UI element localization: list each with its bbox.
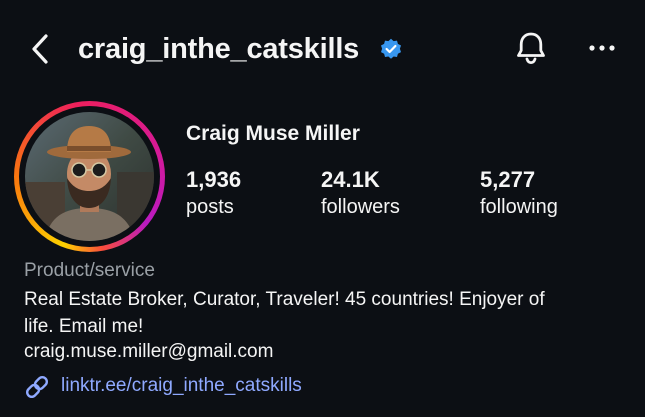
more-horizontal-icon [589, 45, 615, 51]
bell-icon [517, 32, 545, 65]
link-icon [25, 375, 49, 399]
profile-category: Product/service [24, 260, 155, 281]
back-button[interactable] [28, 32, 54, 66]
avatar [25, 112, 154, 241]
posts-count: 1,936 [186, 167, 242, 192]
more-options-button[interactable] [585, 36, 619, 60]
posts-label: posts [186, 196, 234, 218]
followers-label: followers [321, 196, 400, 218]
profile-header: craig_inthe_catskills [0, 0, 645, 98]
avatar-story-ring[interactable] [14, 101, 165, 252]
following-stat[interactable]: 5,277 following [480, 166, 558, 220]
chevron-left-icon [32, 34, 48, 64]
profile-email[interactable]: craig.muse.miller@gmail.com [24, 341, 273, 363]
following-count: 5,277 [480, 167, 536, 192]
profile-display-name: Craig Muse Miller [186, 122, 360, 145]
notifications-button[interactable] [513, 30, 549, 66]
posts-stat[interactable]: 1,936 posts [186, 166, 241, 220]
profile-link-text: linktr.ee/craig_inthe_catskills [61, 375, 302, 396]
profile-photo [25, 112, 154, 241]
profile-username: craig_inthe_catskills [78, 33, 360, 65]
following-label: following [480, 196, 558, 218]
followers-stat[interactable]: 24.1K followers [321, 166, 400, 220]
verified-badge-icon [380, 38, 402, 60]
profile-bio: Real Estate Broker, Curator, Traveler! 4… [24, 289, 545, 337]
followers-count: 24.1K [321, 167, 380, 192]
